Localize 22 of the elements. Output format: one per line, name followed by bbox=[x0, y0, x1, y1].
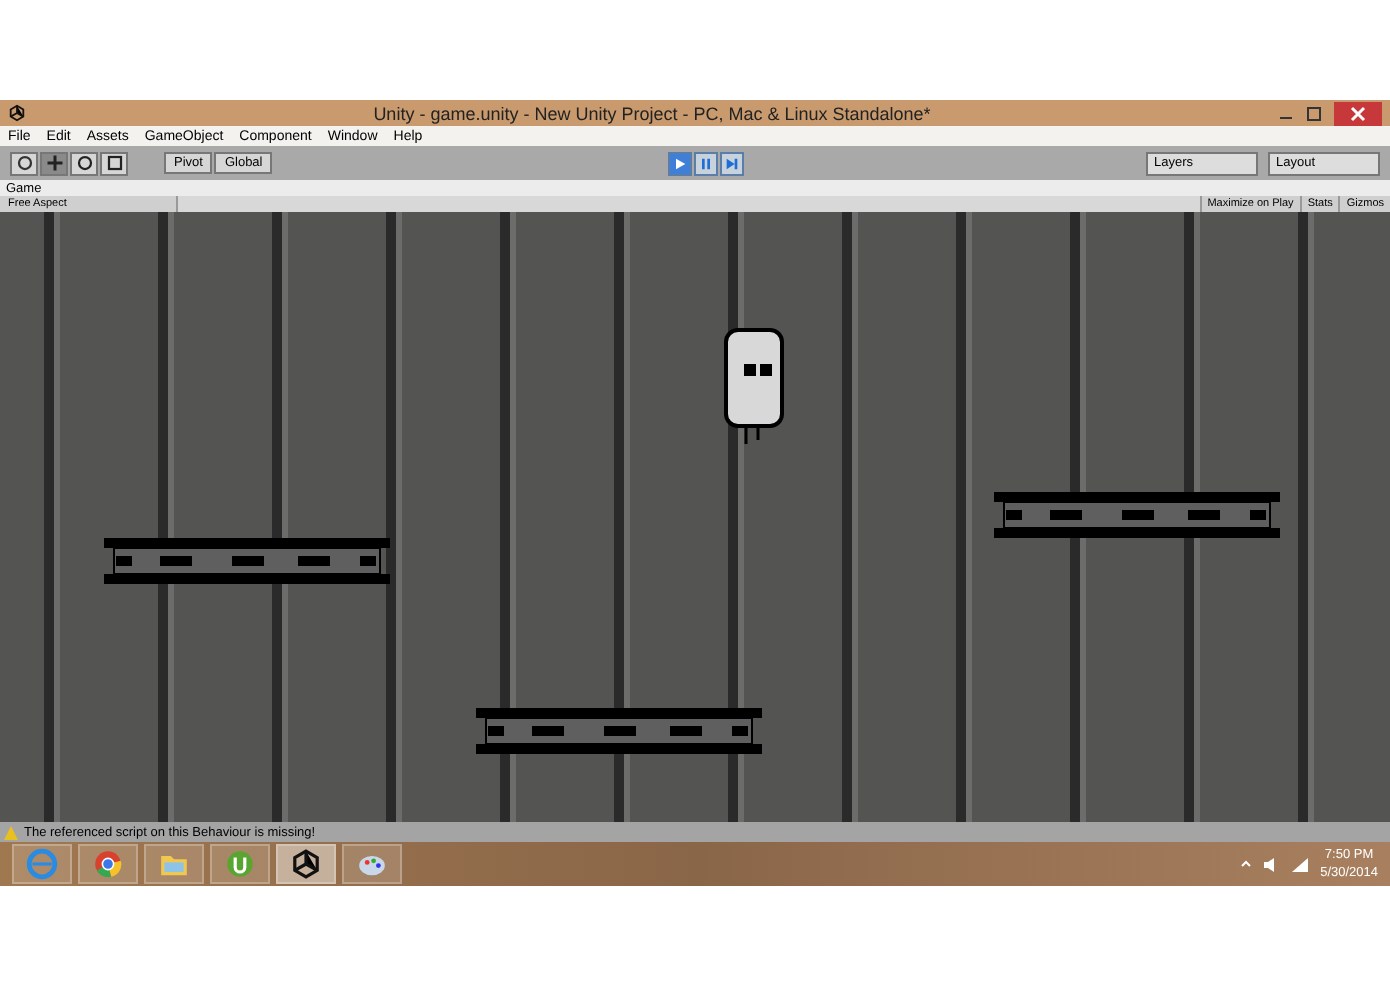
hand-tool-button[interactable] bbox=[10, 151, 38, 175]
step-icon bbox=[723, 155, 740, 171]
maximize-icon[interactable] bbox=[1306, 105, 1322, 121]
window-title: Unity - game.unity - New Unity Project - PC, Mac & Linux Standalone* bbox=[371, 103, 933, 123]
signal-icon[interactable] bbox=[1292, 857, 1309, 871]
rotate-tool-button[interactable] bbox=[70, 151, 98, 175]
cube-logo-icon bbox=[290, 848, 322, 880]
square-icon bbox=[105, 154, 123, 172]
taskbar-app-button[interactable] bbox=[276, 844, 336, 884]
play-icon bbox=[671, 155, 688, 171]
unity-logo-icon bbox=[8, 104, 26, 122]
browser-ball-icon bbox=[92, 848, 124, 880]
pause-icon bbox=[697, 155, 714, 171]
ghost-character bbox=[724, 328, 784, 448]
play-button[interactable] bbox=[667, 151, 692, 175]
pause-button[interactable] bbox=[693, 151, 718, 175]
step-button[interactable] bbox=[719, 151, 744, 175]
circle-icon bbox=[15, 154, 33, 172]
browser-icon bbox=[26, 848, 58, 880]
move-tool-button[interactable] bbox=[40, 151, 68, 175]
scale-tool-button[interactable] bbox=[100, 151, 128, 175]
torrent-icon bbox=[224, 848, 256, 880]
